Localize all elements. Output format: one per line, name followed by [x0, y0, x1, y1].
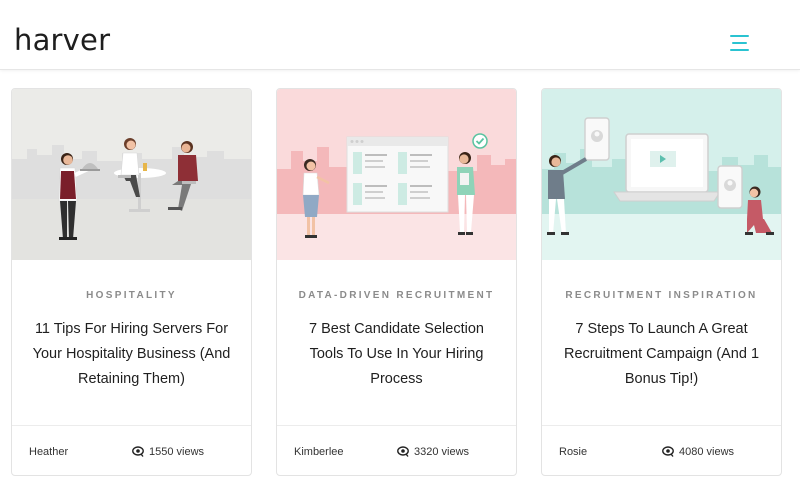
card-footer: Heather 1550 views — [12, 425, 251, 475]
card-author: Kimberlee — [294, 446, 344, 458]
card-views: 4080 views — [662, 446, 734, 458]
card-views-count: 3320 views — [414, 446, 470, 458]
hospitality-illustration[interactable] — [12, 89, 251, 260]
article-card-hospitality[interactable]: HOSPITALITY 11 Tips For Hiring Servers F… — [11, 88, 252, 476]
card-title[interactable]: 7 Best Candidate Selection Tools To Use … — [291, 317, 502, 392]
card-category[interactable]: HOSPITALITY — [12, 290, 251, 301]
card-author: Rosie — [559, 446, 588, 458]
card-title[interactable]: 11 Tips For Hiring Servers For Your Hosp… — [26, 317, 237, 392]
eye-icon — [132, 446, 144, 457]
article-card-grid: HOSPITALITY 11 Tips For Hiring Servers F… — [0, 0, 800, 500]
card-footer: Rosie 4080 views — [542, 425, 781, 475]
card-category[interactable]: RECRUITMENT INSPIRATION — [542, 290, 781, 301]
card-title[interactable]: 7 Steps To Launch A Great Recruitment Ca… — [556, 317, 767, 392]
article-card-recruitment-inspiration[interactable]: RECRUITMENT INSPIRATION 7 Steps To Launc… — [541, 88, 782, 476]
card-views-count: 1550 views — [149, 446, 205, 458]
card-category[interactable]: DATA-DRIVEN RECRUITMENT — [277, 290, 516, 301]
candidate-selection-illustration[interactable] — [277, 89, 516, 260]
article-card-data-driven[interactable]: DATA-DRIVEN RECRUITMENT 7 Best Candidate… — [276, 88, 517, 476]
card-footer: Kimberlee 3320 views — [277, 425, 516, 475]
card-views: 3320 views — [397, 446, 469, 458]
recruitment-campaign-illustration[interactable] — [542, 89, 781, 260]
card-views: 1550 views — [132, 446, 204, 458]
card-views-count: 4080 views — [679, 446, 735, 458]
eye-icon — [397, 446, 409, 457]
eye-icon — [662, 446, 674, 457]
card-author: Heather — [29, 446, 69, 458]
